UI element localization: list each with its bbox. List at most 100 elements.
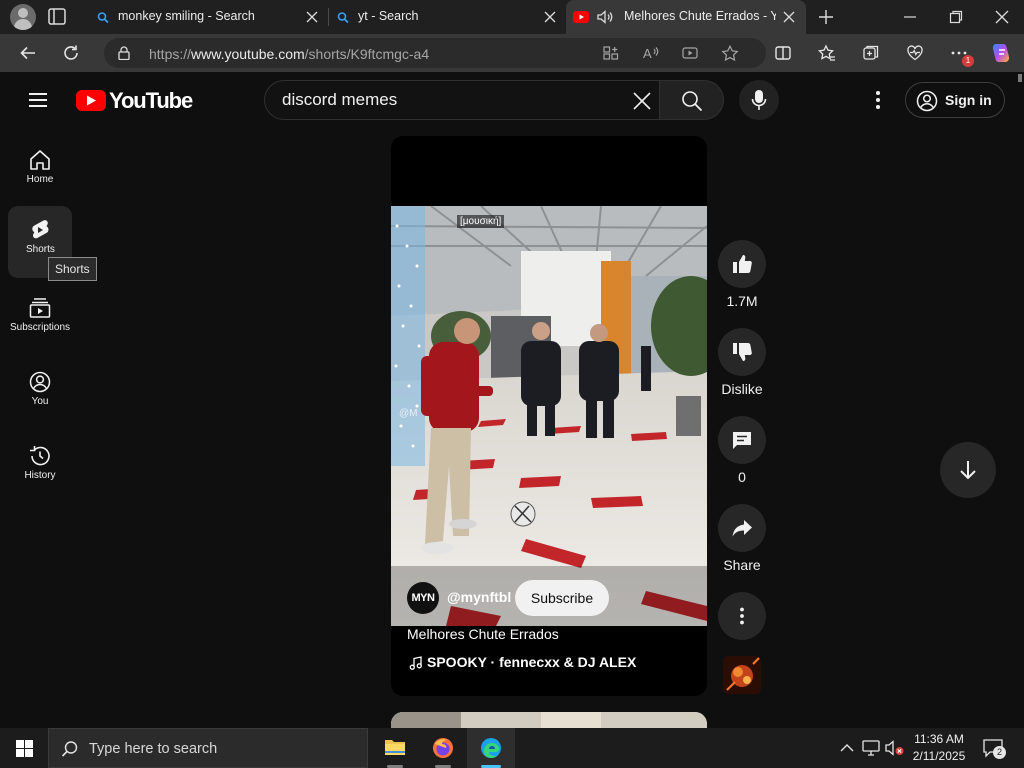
youtube-play-icon [76, 90, 106, 111]
url-host: www.youtube.com [191, 46, 305, 62]
sidebar-item-home[interactable]: Home [8, 136, 72, 208]
search-icon [682, 91, 703, 112]
video-watermark: @M [399, 408, 418, 419]
sidebar-item-label: Shorts [26, 244, 55, 255]
search-icon [61, 741, 78, 757]
network-icon[interactable] [862, 740, 880, 756]
sidebar-item-label: Home [26, 174, 54, 185]
url-text[interactable]: https://www.youtube.com/shorts/K9ftcmgc-… [149, 46, 429, 62]
close-tab-icon[interactable] [543, 10, 557, 24]
notification-count: 2 [993, 746, 1006, 759]
close-window-icon[interactable] [995, 10, 1009, 24]
chevron-up-icon[interactable] [840, 742, 854, 754]
back-icon[interactable] [19, 44, 37, 62]
sidebar-item-subscriptions[interactable]: Subscriptions [8, 284, 72, 356]
read-aloud-icon[interactable]: A [642, 45, 660, 61]
edge-icon [481, 738, 501, 758]
sign-in-label: Sign in [945, 92, 992, 108]
tab-title: yt - Search [358, 9, 419, 23]
you-icon [29, 371, 51, 393]
favorite-star-icon[interactable] [721, 45, 739, 61]
taskbar-firefox[interactable] [419, 728, 467, 768]
favorites-icon[interactable] [818, 44, 836, 62]
subscribe-button[interactable]: Subscribe [515, 580, 609, 616]
sidebar-item-you[interactable]: You [8, 358, 72, 430]
share-label: Share [723, 557, 761, 573]
windows-start-icon[interactable] [16, 740, 33, 757]
search-button[interactable] [660, 80, 724, 120]
url-scheme: https:// [149, 46, 192, 62]
collections-icon[interactable] [862, 44, 880, 62]
shorts-icon [32, 220, 49, 239]
next-short-preview[interactable] [391, 712, 707, 728]
browser-essentials-icon[interactable] [906, 44, 924, 62]
notification-center-button[interactable]: 2 [982, 738, 1006, 759]
tab-yt-search[interactable]: yt - Search [328, 0, 566, 34]
more-options-icon[interactable] [866, 88, 890, 112]
share-icon [732, 520, 752, 537]
music-note-icon [409, 656, 422, 670]
system-clock[interactable]: 11:36 AM 2/11/2025 [904, 731, 974, 765]
tab-monkey-smiling[interactable]: monkey smiling - Search [88, 0, 326, 34]
sign-in-button[interactable]: Sign in [905, 82, 1005, 118]
refresh-icon[interactable] [62, 44, 80, 62]
microphone-icon [751, 90, 767, 110]
like-button[interactable] [718, 240, 766, 288]
lock-icon[interactable] [118, 46, 130, 60]
svg-text:A: A [643, 46, 652, 61]
speaker-icon[interactable] [596, 9, 614, 25]
windows-taskbar: Type here to search 11:36 AM 2/11/2025 2 [0, 728, 1024, 768]
hamburger-menu-icon[interactable] [26, 88, 50, 112]
minimize-icon[interactable] [903, 10, 917, 24]
sidebar-item-label: You [31, 396, 49, 407]
short-player[interactable]: [μουσική] @M MYN @mynftbl Subscribe Melh… [391, 136, 707, 696]
youtube-icon [573, 11, 589, 23]
taskbar-file-explorer[interactable] [371, 728, 419, 768]
next-short-button[interactable] [940, 442, 996, 498]
comment-count: 0 [738, 469, 746, 485]
sidebar-item-history[interactable]: History [8, 432, 72, 504]
next-short-image [391, 712, 707, 728]
url-path: /shorts/K9ftcmgc-a4 [304, 46, 430, 62]
comments-button[interactable] [718, 416, 766, 464]
channel-avatar[interactable]: MYN [407, 582, 439, 614]
tab-actions-icon[interactable] [46, 7, 68, 27]
video-icon[interactable] [681, 45, 699, 61]
close-tab-icon[interactable] [782, 10, 796, 24]
tooltip: Shorts [48, 257, 97, 281]
taskbar-edge[interactable] [467, 728, 515, 768]
tab-title: Melhores Chute Errados - Yo [624, 9, 776, 23]
taskbar-search-box[interactable]: Type here to search [48, 728, 368, 768]
close-tab-icon[interactable] [305, 10, 319, 24]
split-screen-icon[interactable] [774, 44, 792, 62]
channel-handle[interactable]: @mynftbl [447, 589, 511, 605]
sidebar-item-label: Subscriptions [9, 322, 71, 333]
app-available-icon[interactable] [602, 45, 620, 61]
short-more-button[interactable] [718, 592, 766, 640]
thumbs-down-icon [733, 343, 752, 361]
share-button[interactable] [718, 504, 766, 552]
voice-search-button[interactable] [739, 80, 779, 120]
page-scrollbar[interactable] [1016, 72, 1024, 728]
comment-icon [733, 432, 751, 449]
volume-muted-icon[interactable] [885, 740, 905, 756]
audio-thumbnail[interactable] [723, 656, 761, 694]
search-input[interactable] [282, 89, 612, 111]
search-box[interactable] [264, 80, 660, 120]
clock-date: 2/11/2025 [912, 749, 966, 763]
clear-search-icon[interactable] [631, 90, 653, 112]
tab-melhores-chute-errados[interactable]: Melhores Chute Errados - Yo [566, 0, 806, 34]
short-title[interactable]: Melhores Chute Errados [407, 626, 559, 642]
sidebar-item-label: History [24, 470, 56, 481]
copilot-icon[interactable] [990, 42, 1014, 64]
youtube-logo[interactable]: YouTube [76, 88, 193, 113]
dislike-button[interactable] [718, 328, 766, 376]
bing-search-icon [97, 12, 109, 24]
history-icon [30, 446, 50, 466]
video-frame[interactable]: [μουσική] @M [391, 206, 707, 626]
profile-avatar[interactable] [10, 4, 36, 30]
video-caption: [μουσική] [457, 215, 505, 228]
address-bar[interactable]: https://www.youtube.com/shorts/K9ftcmgc-… [104, 38, 766, 68]
new-tab-icon[interactable] [818, 9, 834, 25]
restore-icon[interactable] [949, 10, 963, 24]
